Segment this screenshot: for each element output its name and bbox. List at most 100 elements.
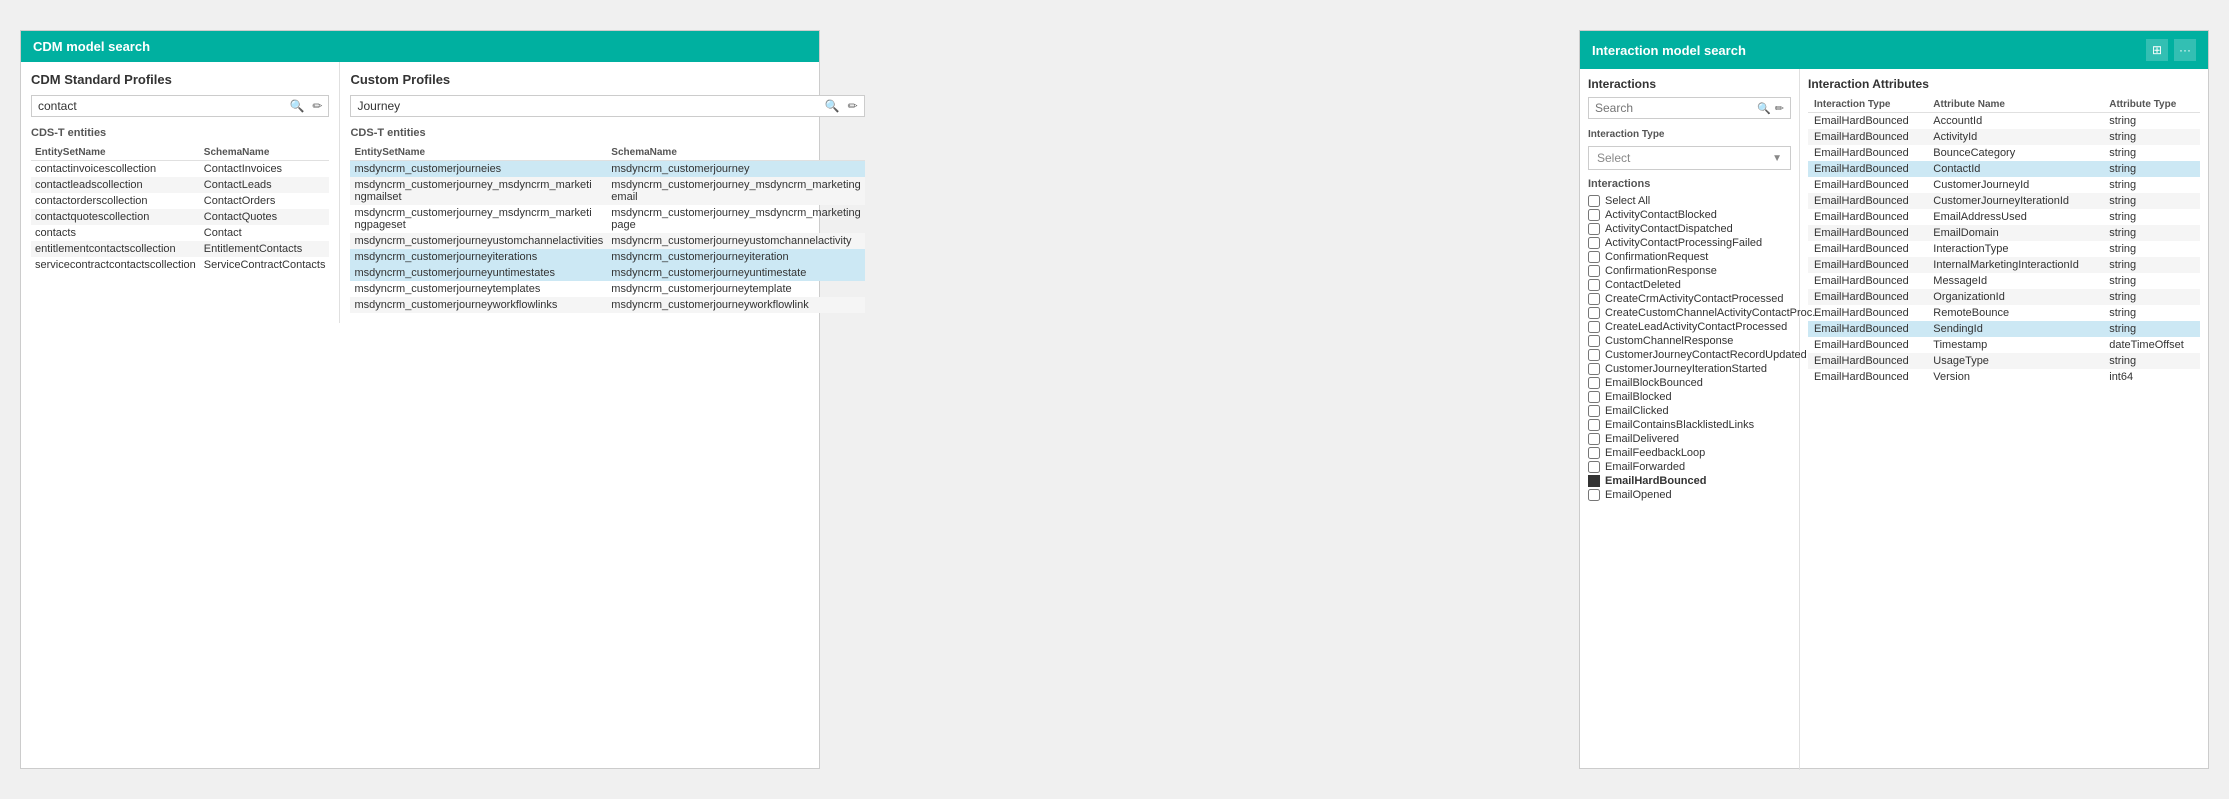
schema-name: ContactInvoices <box>200 161 330 178</box>
interaction-checkbox[interactable] <box>1588 461 1600 473</box>
table-row[interactable]: msdyncrm_customerjourney_msdyncrm_market… <box>350 177 864 205</box>
list-item[interactable]: EmailBlockBounced <box>1588 376 1791 390</box>
table-row[interactable]: EmailHardBouncedRemoteBouncestring <box>1808 305 2200 321</box>
table-row[interactable]: msdyncrm_customerjourneyuntimestatesmsdy… <box>350 265 864 281</box>
interaction-type-select[interactable]: Select ▼ <box>1588 146 1791 170</box>
table-row[interactable]: contactinvoicescollectionContactInvoices <box>31 161 329 178</box>
interaction-checkbox[interactable] <box>1588 447 1600 459</box>
interaction-checkbox[interactable] <box>1588 433 1600 445</box>
table-row[interactable]: contactquotescollectionContactQuotes <box>31 209 329 225</box>
entity-name: msdyncrm_customerjourney_msdyncrm_market… <box>350 177 607 205</box>
table-row[interactable]: contactsContact <box>31 225 329 241</box>
schema-name: msdyncrm_customerjourney_msdyncrm_market… <box>607 205 864 233</box>
interaction-checkbox[interactable] <box>1588 293 1600 305</box>
list-item[interactable]: CustomerJourneyIterationStarted <box>1588 362 1791 376</box>
table-row[interactable]: EmailHardBouncedActivityIdstring <box>1808 129 2200 145</box>
list-item[interactable]: EmailFeedbackLoop <box>1588 446 1791 460</box>
cdm-standard-rows: contactinvoicescollectionContactInvoices… <box>31 161 329 274</box>
interactions-search-input[interactable] <box>1595 101 1757 115</box>
list-item[interactable]: CustomChannelResponse <box>1588 334 1791 348</box>
table-row[interactable]: EmailHardBouncedInteractionTypestring <box>1808 241 2200 257</box>
interaction-checkbox[interactable] <box>1588 279 1600 291</box>
list-item[interactable]: EmailHardBounced <box>1588 474 1791 488</box>
interactions-edit-icon[interactable]: ✏ <box>1775 102 1784 115</box>
entity-name: contactorderscollection <box>31 193 200 209</box>
select-all-item[interactable]: Select All <box>1588 194 1791 208</box>
list-item[interactable]: EmailDelivered <box>1588 432 1791 446</box>
table-row[interactable]: EmailHardBouncedCustomerJourneyIdstring <box>1808 177 2200 193</box>
list-item[interactable]: EmailClicked <box>1588 404 1791 418</box>
table-row[interactable]: contactorderscollectionContactOrders <box>31 193 329 209</box>
list-item[interactable]: CreateCrmActivityContactProcessed <box>1588 292 1791 306</box>
interaction-label: ActivityContactProcessingFailed <box>1605 237 1762 249</box>
schema-name: msdyncrm_customerjourney_msdyncrm_market… <box>607 177 864 205</box>
table-row[interactable]: servicecontractcontactscollectionService… <box>31 257 329 273</box>
interaction-checkbox[interactable] <box>1588 251 1600 263</box>
table-row[interactable]: EmailHardBouncedMessageIdstring <box>1808 273 2200 289</box>
interaction-checkbox[interactable] <box>1588 405 1600 417</box>
expand-icon-btn[interactable]: ⊞ <box>2146 39 2168 61</box>
select-all-checkbox[interactable] <box>1588 195 1600 207</box>
list-item[interactable]: CreateCustomChannelActivityContactProc..… <box>1588 306 1791 320</box>
list-item[interactable]: ActivityContactBlocked <box>1588 208 1791 222</box>
col-entity-set-name-r: EntitySetName <box>350 145 607 161</box>
table-row[interactable]: msdyncrm_customerjourneyworkflowlinksmsd… <box>350 297 864 313</box>
table-row[interactable]: EmailHardBouncedEmailDomainstring <box>1808 225 2200 241</box>
table-row[interactable]: EmailHardBouncedOrganizationIdstring <box>1808 289 2200 305</box>
interaction-checkbox[interactable] <box>1588 209 1600 221</box>
list-item[interactable]: ContactDeleted <box>1588 278 1791 292</box>
table-row[interactable]: EmailHardBouncedEmailAddressUsedstring <box>1808 209 2200 225</box>
cdm-standard-search-input[interactable] <box>38 99 289 113</box>
attr-type-val: string <box>2103 353 2200 369</box>
list-item[interactable]: EmailOpened <box>1588 488 1791 502</box>
list-item[interactable]: ActivityContactDispatched <box>1588 222 1791 236</box>
interaction-checkbox[interactable] <box>1588 419 1600 431</box>
list-item[interactable]: EmailBlocked <box>1588 390 1791 404</box>
table-row[interactable]: msdyncrm_customerjourneiesmsdyncrm_custo… <box>350 161 864 178</box>
list-item[interactable]: ActivityContactProcessingFailed <box>1588 236 1791 250</box>
interactions-search-row[interactable]: 🔍 ✏ <box>1588 97 1791 119</box>
cdm-panel-body: CDM Standard Profiles 🔍 ✏ CDS-T entities… <box>21 62 819 323</box>
table-row[interactable]: EmailHardBouncedCustomerJourneyIteration… <box>1808 193 2200 209</box>
interaction-checkbox[interactable] <box>1588 363 1600 375</box>
table-row[interactable]: EmailHardBouncedAccountIdstring <box>1808 113 2200 130</box>
interaction-checkbox[interactable] <box>1588 321 1600 333</box>
cdm-custom-search-input[interactable] <box>357 99 824 113</box>
edit-icon[interactable]: ✏ <box>312 99 322 113</box>
table-row[interactable]: contactleadscollectionContactLeads <box>31 177 329 193</box>
interaction-checkbox[interactable] <box>1588 489 1600 501</box>
interaction-checkbox[interactable] <box>1588 391 1600 403</box>
cdm-standard-search-box[interactable]: 🔍 ✏ <box>31 95 329 117</box>
table-row[interactable]: msdyncrm_customerjourneytemplatesmsdyncr… <box>350 281 864 297</box>
table-row[interactable]: EmailHardBouncedVersionint64 <box>1808 369 2200 385</box>
interaction-checkbox[interactable] <box>1588 237 1600 249</box>
entity-name: entitlementcontactscollection <box>31 241 200 257</box>
table-row[interactable]: EmailHardBouncedUsageTypestring <box>1808 353 2200 369</box>
interaction-checkbox[interactable] <box>1588 223 1600 235</box>
table-row[interactable]: msdyncrm_customerjourneyiterationsmsdync… <box>350 249 864 265</box>
more-icon-btn[interactable]: ··· <box>2174 39 2196 61</box>
list-item[interactable]: ConfirmationResponse <box>1588 264 1791 278</box>
table-row[interactable]: EmailHardBouncedContactIdstring <box>1808 161 2200 177</box>
list-item[interactable]: CreateLeadActivityContactProcessed <box>1588 320 1791 334</box>
list-item[interactable]: EmailForwarded <box>1588 460 1791 474</box>
attr-interaction-type: EmailHardBounced <box>1808 193 1927 209</box>
table-row[interactable]: EmailHardBouncedSendingIdstring <box>1808 321 2200 337</box>
list-item[interactable]: ConfirmationRequest <box>1588 250 1791 264</box>
cdm-custom-search-box[interactable]: 🔍 ✏ <box>350 95 864 117</box>
interaction-checkbox[interactable] <box>1588 349 1600 361</box>
interaction-checkbox[interactable] <box>1588 265 1600 277</box>
table-row[interactable]: msdyncrm_customerjourneyustomchannelacti… <box>350 233 864 249</box>
table-row[interactable]: msdyncrm_customerjourney_msdyncrm_market… <box>350 205 864 233</box>
table-row[interactable]: entitlementcontactscollectionEntitlement… <box>31 241 329 257</box>
list-item[interactable]: CustomerJourneyContactRecordUpdated <box>1588 348 1791 362</box>
list-item[interactable]: EmailContainsBlacklistedLinks <box>1588 418 1791 432</box>
interaction-checkbox[interactable] <box>1588 377 1600 389</box>
table-row[interactable]: EmailHardBouncedInternalMarketingInterac… <box>1808 257 2200 273</box>
table-row[interactable]: EmailHardBouncedTimestampdateTimeOffset <box>1808 337 2200 353</box>
table-row[interactable]: EmailHardBouncedBounceCategorystring <box>1808 145 2200 161</box>
interaction-checkbox[interactable] <box>1588 335 1600 347</box>
interaction-checkbox[interactable] <box>1588 307 1600 319</box>
interaction-label: EmailForwarded <box>1605 461 1685 473</box>
entity-name: msdyncrm_customerjourneyworkflowlinks <box>350 297 607 313</box>
